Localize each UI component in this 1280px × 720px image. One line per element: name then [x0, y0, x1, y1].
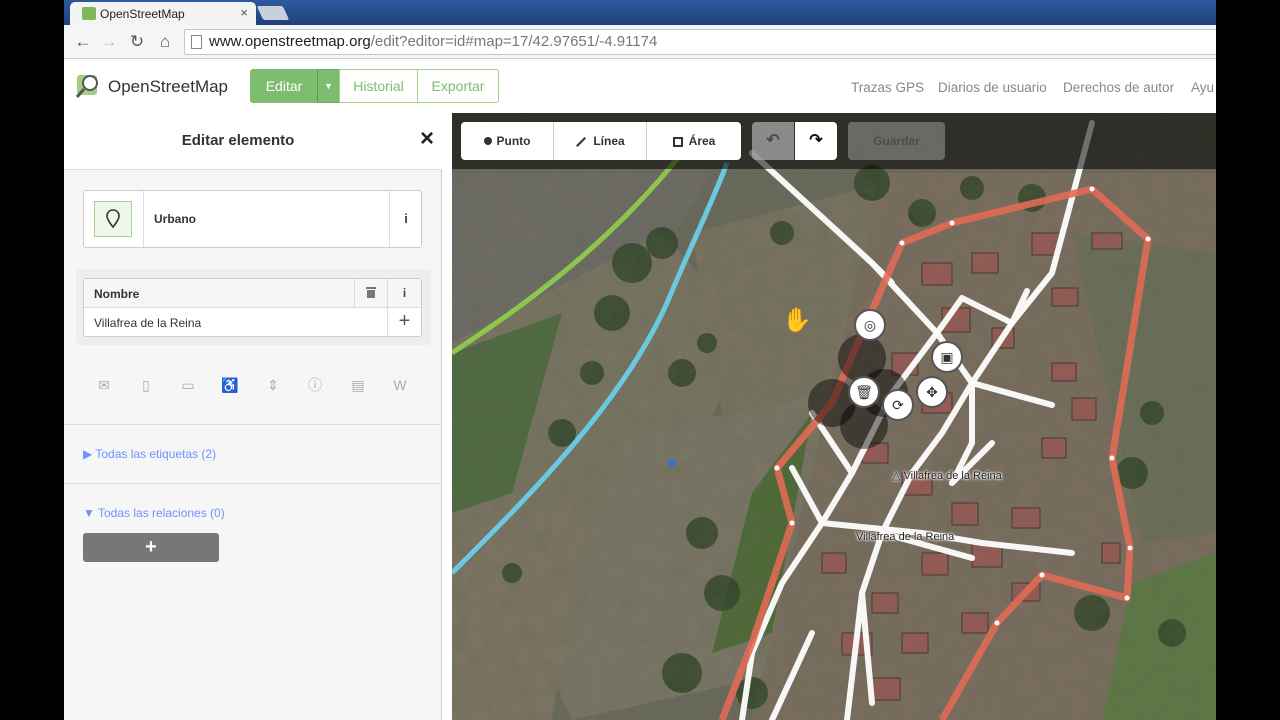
add-line-label: Línea: [593, 134, 625, 148]
phone-icon[interactable]: ▯: [136, 375, 156, 395]
name-label-row: Nombre i: [84, 279, 421, 308]
url-host: www.openstreetmap.org: [209, 33, 371, 50]
add-point-label: Punto: [496, 134, 531, 148]
osm-logo-icon[interactable]: [74, 72, 102, 100]
tab-title: OpenStreetMap: [100, 7, 185, 21]
wheelchair-icon[interactable]: ♿: [220, 375, 240, 395]
delete-icon[interactable]: 🗑: [848, 376, 880, 408]
user-diaries-link[interactable]: Diarios de usuario: [938, 80, 1047, 95]
svg-text:✋: ✋: [782, 306, 812, 334]
back-icon[interactable]: ←: [72, 31, 94, 53]
all-tags-toggle[interactable]: ▶ Todas las etiquetas (2): [83, 447, 216, 461]
preset-info-button[interactable]: i: [389, 191, 422, 247]
undo-button[interactable]: ↶: [752, 122, 794, 160]
edit-dropdown-button[interactable]: ▼: [317, 69, 340, 103]
elevation-icon[interactable]: ⇕: [263, 375, 283, 395]
forward-icon[interactable]: →: [98, 31, 120, 53]
reload-icon[interactable]: ↻: [126, 31, 148, 53]
add-localized-name-button[interactable]: +: [387, 308, 421, 336]
editor-sidebar: Editar elemento × Urbano i Nombre i Vill…: [64, 113, 442, 720]
address-bar[interactable]: www.openstreetmap.org/edit?editor=id#map…: [184, 29, 1216, 55]
point-icon: [483, 137, 492, 145]
history-button[interactable]: Historial: [339, 69, 418, 103]
name-label: Nombre: [94, 287, 140, 301]
browser-tab[interactable]: OpenStreetMap ×: [70, 2, 256, 25]
new-tab-button[interactable]: [256, 6, 290, 20]
copyright-link[interactable]: Derechos de autor: [1063, 80, 1174, 95]
browser-window: OpenStreetMap × ← → ↻ ⌂ www.openstreetma…: [64, 0, 1216, 720]
website-icon[interactable]: ▭: [178, 375, 198, 395]
home-icon[interactable]: ⌂: [154, 31, 176, 53]
area-icon: [672, 136, 683, 147]
sidebar-header: Editar elemento ×: [64, 113, 442, 170]
sidebar-title: Editar elemento: [181, 132, 295, 149]
pin-icon: [94, 201, 132, 237]
operator-icon[interactable]: ⓘ: [305, 375, 325, 395]
map-toolbar: Punto Línea Área ↶ ↷ Guardar: [452, 113, 1216, 169]
osm-header: OpenStreetMap Editar ▼ Historial Exporta…: [64, 60, 1216, 113]
address-icon[interactable]: ▤: [348, 375, 368, 395]
trash-icon[interactable]: [354, 279, 387, 308]
all-relations-toggle[interactable]: ▼ Todas las relaciones (0): [83, 506, 225, 520]
preset-name: Urbano: [154, 212, 196, 226]
add-line-button[interactable]: Línea: [554, 122, 647, 160]
page-icon: [191, 35, 202, 49]
wikipedia-icon[interactable]: W: [390, 375, 410, 395]
add-area-label: Área: [688, 134, 716, 148]
move-icon[interactable]: ✥: [916, 376, 948, 408]
place-label-large: Villafrea de la Reina: [856, 531, 955, 543]
name-info-button[interactable]: i: [387, 279, 421, 308]
divider: [64, 483, 441, 484]
preset-icon-box: [84, 191, 144, 247]
add-point-button[interactable]: Punto: [461, 122, 554, 160]
browser-toolbar: ← → ↻ ⌂ www.openstreetmap.org/edit?edito…: [64, 25, 1216, 59]
osm-favicon-icon: [82, 7, 96, 20]
place-label-small: △ Villafrea de la Reina: [892, 470, 1002, 482]
edit-button[interactable]: Editar: [250, 69, 318, 103]
save-button[interactable]: Guardar: [848, 122, 945, 160]
preset-button[interactable]: Urbano i: [83, 190, 422, 248]
name-input[interactable]: Villafrea de la Reina: [94, 316, 201, 330]
tab-strip: OpenStreetMap ×: [64, 0, 1216, 25]
add-relation-button[interactable]: +: [83, 533, 219, 562]
email-icon[interactable]: ✉: [94, 375, 114, 395]
optional-fields: ✉ ▯ ▭ ♿ ⇕ ⓘ ▤ W: [94, 375, 414, 395]
continue-icon[interactable]: ⟳: [882, 389, 914, 421]
circularize-icon[interactable]: ◎: [854, 309, 886, 341]
aerial-imagery: ✋: [452, 113, 1216, 720]
url-path: /edit?editor=id#map=17/42.97651/-4.91174: [370, 33, 658, 50]
name-field: Nombre i Villafrea de la Reina +: [83, 278, 422, 337]
add-area-button[interactable]: Área: [647, 122, 741, 160]
square-icon[interactable]: ▣: [931, 341, 963, 373]
map-canvas[interactable]: ✋ ◎ ▣ ✥ 🗑 ⟳ △ Villafrea de la Reina Vill…: [452, 113, 1216, 720]
help-link[interactable]: Ayu: [1191, 80, 1214, 95]
tab-close-icon[interactable]: ×: [240, 5, 248, 20]
brand-name[interactable]: OpenStreetMap: [108, 77, 228, 97]
close-icon[interactable]: ×: [420, 127, 434, 151]
gps-traces-link[interactable]: Trazas GPS: [851, 80, 924, 95]
divider: [64, 424, 441, 425]
line-icon: [576, 136, 587, 147]
export-button[interactable]: Exportar: [417, 69, 499, 103]
redo-button[interactable]: ↷: [795, 122, 837, 160]
